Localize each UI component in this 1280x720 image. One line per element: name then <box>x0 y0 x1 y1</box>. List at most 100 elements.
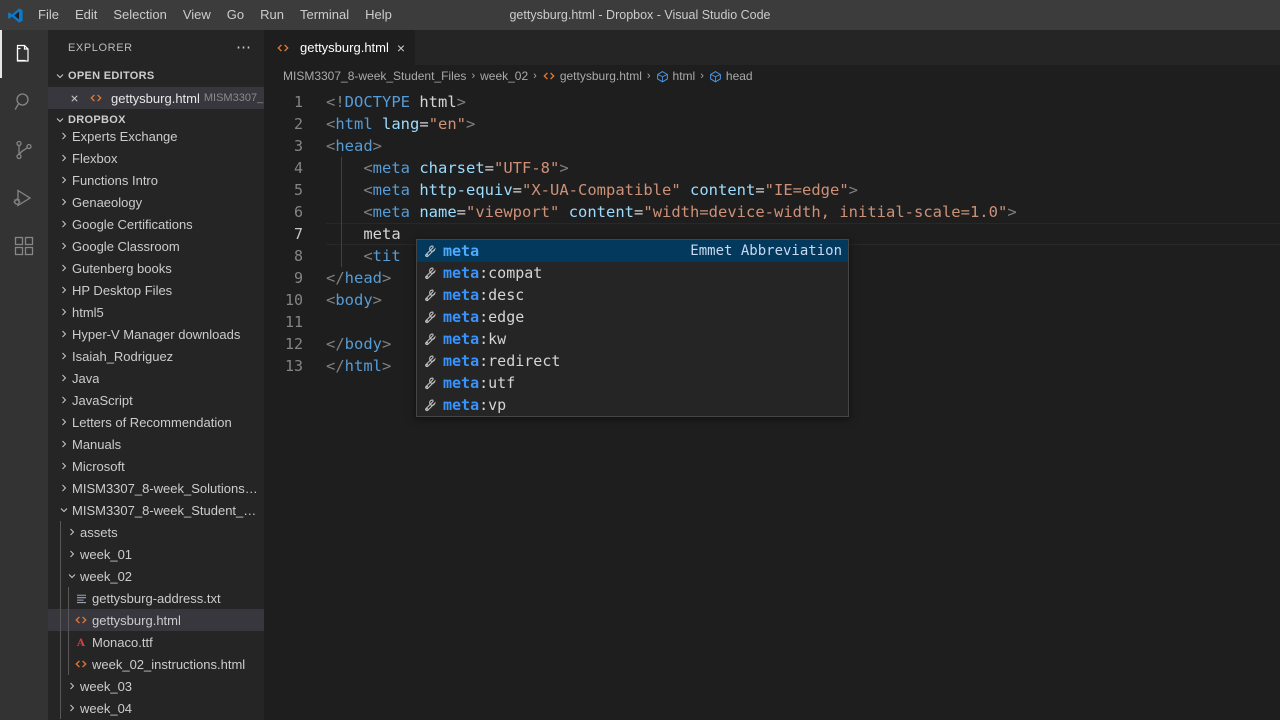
tree-folder-functions-intro[interactable]: Functions Intro <box>48 169 264 191</box>
suggest-item-suffix: :utf <box>479 374 515 392</box>
tree-file-monaco-ttf[interactable]: AMonaco.ttf <box>48 631 264 653</box>
tree-folder-flexbox[interactable]: Flexbox <box>48 147 264 169</box>
code-token: "IE=edge" <box>765 181 849 199</box>
tab-gettysburg-html[interactable]: gettysburg.html × <box>264 30 416 65</box>
activity-search[interactable] <box>0 78 48 126</box>
tree-folder-hp-desktop-files[interactable]: HP Desktop Files <box>48 279 264 301</box>
tree-folder-week-02[interactable]: week_02 <box>48 565 264 587</box>
tree-folder-google-classroom[interactable]: Google Classroom <box>48 235 264 257</box>
chevron-right-icon[interactable] <box>56 372 72 384</box>
code-text: </html> <box>326 355 391 377</box>
tree-folder-genaeology[interactable]: Genaeology <box>48 191 264 213</box>
chevron-right-icon[interactable] <box>56 262 72 274</box>
breadcrumb-item-head[interactable]: head <box>709 69 753 83</box>
tree-item-label: Google Classroom <box>72 239 180 254</box>
chevron-down-icon[interactable] <box>64 570 80 582</box>
tree-item-label: Isaiah_Rodriguez <box>72 349 173 364</box>
chevron-right-icon[interactable] <box>56 482 72 494</box>
chevron-right-icon[interactable] <box>64 680 80 692</box>
breadcrumb-item-gettysburg-html[interactable]: gettysburg.html <box>542 69 642 83</box>
code-line-1[interactable]: 1<!DOCTYPE html> <box>264 91 1280 113</box>
tree-file-gettysburg-address-txt[interactable]: gettysburg-address.txt <box>48 587 264 609</box>
menu-file[interactable]: File <box>30 0 67 30</box>
open-editor-item-gettysburg[interactable]: gettysburg.html MISM3307_... <box>48 87 264 109</box>
suggest-item-meta-kw[interactable]: meta:kw <box>417 328 848 350</box>
tree-folder-html5[interactable]: html5 <box>48 301 264 323</box>
code-token: meta <box>373 181 410 199</box>
activity-extensions[interactable] <box>0 222 48 270</box>
tree-folder-manuals[interactable]: Manuals <box>48 433 264 455</box>
code-line-6[interactable]: 6 <meta name="viewport" content="width=d… <box>264 201 1280 223</box>
chevron-right-icon[interactable] <box>64 548 80 560</box>
chevron-right-icon[interactable] <box>64 702 80 714</box>
tree-folder-microsoft[interactable]: Microsoft <box>48 455 264 477</box>
section-open-editors[interactable]: OPEN EDITORS <box>48 65 264 87</box>
menu-help[interactable]: Help <box>357 0 400 30</box>
code-line-3[interactable]: 3<head> <box>264 135 1280 157</box>
tree-folder-assets[interactable]: assets <box>48 521 264 543</box>
suggest-item-meta-compat[interactable]: meta:compat <box>417 262 848 284</box>
suggest-item-meta-utf[interactable]: meta:utf <box>417 372 848 394</box>
chevron-right-icon[interactable] <box>56 174 72 186</box>
breadcrumb-item-week-02[interactable]: week_02 <box>480 69 528 83</box>
activity-explorer[interactable] <box>0 30 48 78</box>
tree-file-week-02-instructions-html[interactable]: week_02_instructions.html <box>48 653 264 675</box>
tab-close-icon[interactable]: × <box>397 41 405 55</box>
tree-folder-google-certifications[interactable]: Google Certifications <box>48 213 264 235</box>
chevron-right-icon[interactable] <box>56 416 72 428</box>
code-editor[interactable]: 1<!DOCTYPE html>2<html lang="en">3<head>… <box>264 87 1280 720</box>
activity-run-debug[interactable] <box>0 174 48 222</box>
code-token: <! <box>326 93 345 111</box>
menu-terminal[interactable]: Terminal <box>292 0 357 30</box>
menu-selection[interactable]: Selection <box>105 0 174 30</box>
chevron-right-icon[interactable] <box>56 284 72 296</box>
menu-view[interactable]: View <box>175 0 219 30</box>
menu-go[interactable]: Go <box>219 0 252 30</box>
suggest-item-label: meta:redirect <box>443 352 842 370</box>
breadcrumb-item-html[interactable]: html <box>656 69 696 83</box>
chevron-right-icon[interactable] <box>56 240 72 252</box>
chevron-right-icon[interactable] <box>56 394 72 406</box>
suggest-item-meta-desc[interactable]: meta:desc <box>417 284 848 306</box>
tree-folder-week-01[interactable]: week_01 <box>48 543 264 565</box>
tree-folder-mism3307-8-week-solutions-fil[interactable]: MISM3307_8-week_Solutions_Fil... <box>48 477 264 499</box>
code-line-5[interactable]: 5 <meta http-equiv="X-UA-Compatible" con… <box>264 179 1280 201</box>
tree-folder-isaiah-rodriguez[interactable]: Isaiah_Rodriguez <box>48 345 264 367</box>
suggest-item-meta-edge[interactable]: meta:edge <box>417 306 848 328</box>
suggest-item-meta[interactable]: metaEmmet Abbreviation <box>417 240 848 262</box>
menu-run[interactable]: Run <box>252 0 292 30</box>
tree-folder-week-04[interactable]: week_04 <box>48 697 264 719</box>
tree-folder-week-03[interactable]: week_03 <box>48 675 264 697</box>
chevron-right-icon[interactable] <box>56 218 72 230</box>
code-line-4[interactable]: 4 <meta charset="UTF-8"> <box>264 157 1280 179</box>
chevron-right-icon[interactable] <box>56 196 72 208</box>
chevron-right-icon[interactable] <box>56 460 72 472</box>
suggest-item-meta-redirect[interactable]: meta:redirect <box>417 350 848 372</box>
file-tree[interactable]: Experts ExchangeFlexboxFunctions IntroGe… <box>48 125 264 720</box>
tree-folder-experts-exchange[interactable]: Experts Exchange <box>48 125 264 147</box>
code-token: </ <box>326 269 345 287</box>
tree-folder-java[interactable]: Java <box>48 367 264 389</box>
tree-folder-mism3307-8-week-student-files[interactable]: MISM3307_8-week_Student_Files <box>48 499 264 521</box>
suggest-widget[interactable]: metaEmmet Abbreviationmeta:compatmeta:de… <box>416 239 849 417</box>
tree-folder-letters-of-recommendation[interactable]: Letters of Recommendation <box>48 411 264 433</box>
suggest-item-meta-vp[interactable]: meta:vp <box>417 394 848 416</box>
chevron-down-icon[interactable] <box>56 504 72 516</box>
breadcrumb-item-mism3307-8-week-student-files[interactable]: MISM3307_8-week_Student_Files <box>283 69 466 83</box>
explorer-more-actions-button[interactable]: ⋯ <box>232 43 256 53</box>
tree-folder-hyper-v-manager-downloads[interactable]: Hyper-V Manager downloads <box>48 323 264 345</box>
chevron-right-icon[interactable] <box>56 306 72 318</box>
chevron-right-icon[interactable] <box>56 328 72 340</box>
chevron-right-icon[interactable] <box>56 130 72 142</box>
code-line-2[interactable]: 2<html lang="en"> <box>264 113 1280 135</box>
chevron-right-icon[interactable] <box>64 526 80 538</box>
chevron-right-icon[interactable] <box>56 152 72 164</box>
chevron-right-icon[interactable] <box>56 438 72 450</box>
chevron-right-icon[interactable] <box>56 350 72 362</box>
activity-source-control[interactable] <box>0 126 48 174</box>
close-icon[interactable] <box>66 93 83 104</box>
tree-folder-gutenberg-books[interactable]: Gutenberg books <box>48 257 264 279</box>
tree-file-gettysburg-html[interactable]: gettysburg.html <box>48 609 264 631</box>
menu-edit[interactable]: Edit <box>67 0 105 30</box>
tree-folder-javascript[interactable]: JavaScript <box>48 389 264 411</box>
